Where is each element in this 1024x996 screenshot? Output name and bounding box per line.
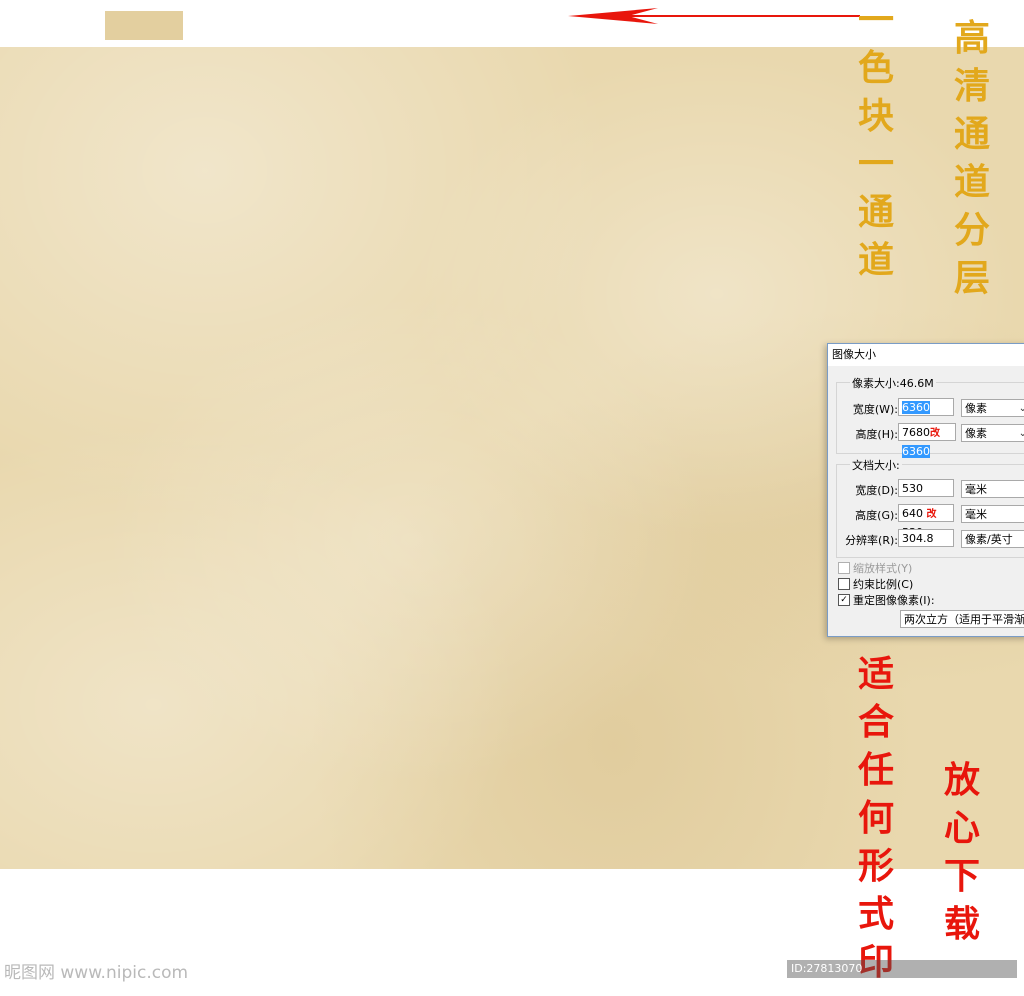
- doc-width-label: 宽度(D):: [855, 484, 898, 497]
- height-unit: 像素: [965, 427, 987, 440]
- bottom-left-vertical-text: 适 合 任 何 形 式 印: [858, 650, 894, 986]
- width-input[interactable]: 6360: [898, 398, 954, 416]
- red-arrow-icon: [568, 8, 860, 24]
- char: 式: [858, 893, 895, 935]
- scale-styles-label: 缩放样式(Y): [853, 562, 913, 575]
- chevron-down-icon: ⌄: [1018, 403, 1024, 414]
- char: 通: [954, 113, 991, 155]
- left-vertical-text: 一 色 块 一 通 道: [858, 0, 894, 284]
- document-size-label: 文档大小:: [850, 457, 902, 473]
- doc-height-input[interactable]: 640 改 530: [898, 504, 954, 539]
- char: 合: [858, 701, 895, 743]
- dialog-title: 图像大小: [828, 344, 1024, 366]
- char: 清: [954, 65, 991, 107]
- height-input[interactable]: 7680改6360: [898, 423, 956, 458]
- resolution-value: 304.8: [902, 532, 934, 545]
- color-swatch: [105, 11, 183, 40]
- char: 块: [858, 95, 895, 137]
- bottom-right-vertical-text: 放 心 下 载: [944, 756, 980, 948]
- char: 任: [858, 749, 895, 791]
- char: 通: [858, 191, 895, 233]
- width-unit-select[interactable]: 像素 ⌄: [961, 399, 1024, 417]
- height-label: 高度(H):: [855, 428, 898, 441]
- pixel-dimensions-label: 像素大小:46.6M: [850, 375, 936, 391]
- pixel-dimensions-group: [836, 382, 1024, 454]
- doc-width-input[interactable]: 530: [898, 479, 954, 497]
- doc-width-unit: 毫米: [965, 483, 987, 496]
- resolution-label: 分辨率(R):: [845, 534, 898, 547]
- doc-height-value-old: 640: [902, 507, 923, 520]
- resolution-input[interactable]: 304.8: [898, 529, 954, 547]
- char: 放: [944, 759, 981, 801]
- char: 分: [954, 209, 991, 251]
- resample-method-select[interactable]: 两次立方（适用于平滑渐变: [900, 610, 1024, 628]
- doc-height-unit: 毫米: [965, 508, 987, 521]
- image-size-dialog: 图像大小 像素大小:46.6M 宽度(W): 6360 像素 ⌄ 高度(H): …: [827, 343, 1024, 637]
- resample-label: 重定图像像素(I):: [853, 594, 935, 607]
- char: 适: [858, 653, 895, 695]
- watermark-right: ID:27813070 NO:20200923105837199085: [787, 960, 1017, 993]
- constrain-proportions-checkbox[interactable]: 约束比例(C): [838, 576, 913, 592]
- width-value: 6360: [902, 401, 930, 414]
- width-label: 宽度(W):: [852, 403, 898, 416]
- resolution-unit: 像素/英寸: [965, 533, 1013, 546]
- checkbox-box: [838, 578, 850, 590]
- check-icon: ✓: [838, 594, 850, 606]
- char: 载: [944, 903, 981, 945]
- doc-height-mark: 改: [926, 509, 937, 520]
- char: 一: [858, 143, 895, 185]
- constrain-label: 约束比例(C): [853, 578, 914, 591]
- checkbox-box: [838, 562, 850, 574]
- doc-width-unit-select[interactable]: 毫米: [961, 480, 1024, 498]
- right-vertical-text: 高 清 通 道 分 层: [954, 14, 990, 302]
- height-unit-select[interactable]: 像素 ⌄: [961, 424, 1024, 442]
- resample-method: 两次立方（适用于平滑渐变: [904, 613, 1024, 626]
- doc-height-unit-select[interactable]: 毫米: [961, 505, 1024, 523]
- char: 层: [954, 257, 991, 299]
- doc-height-label: 高度(G):: [855, 509, 898, 522]
- watermark-left: 昵图网 www.nipic.com: [4, 963, 189, 983]
- char: 高: [954, 17, 991, 59]
- scale-styles-checkbox[interactable]: 缩放样式(Y): [838, 560, 912, 576]
- resolution-unit-select[interactable]: 像素/英寸: [961, 530, 1024, 548]
- height-value-old: 7680: [902, 426, 930, 439]
- char: 一: [858, 0, 895, 41]
- char: 心: [944, 807, 981, 849]
- char: 下: [944, 855, 981, 897]
- doc-width-value: 530: [902, 482, 923, 495]
- height-mark: 改: [930, 428, 940, 439]
- width-unit: 像素: [965, 402, 987, 415]
- char: 何: [858, 797, 895, 839]
- char: 形: [858, 845, 895, 887]
- char: 色: [858, 47, 895, 89]
- char: 道: [858, 239, 895, 281]
- char: 道: [954, 161, 991, 203]
- resample-checkbox[interactable]: ✓ 重定图像像素(I):: [838, 592, 935, 608]
- height-value-new: 6360: [902, 445, 930, 458]
- chevron-down-icon: ⌄: [1018, 428, 1024, 439]
